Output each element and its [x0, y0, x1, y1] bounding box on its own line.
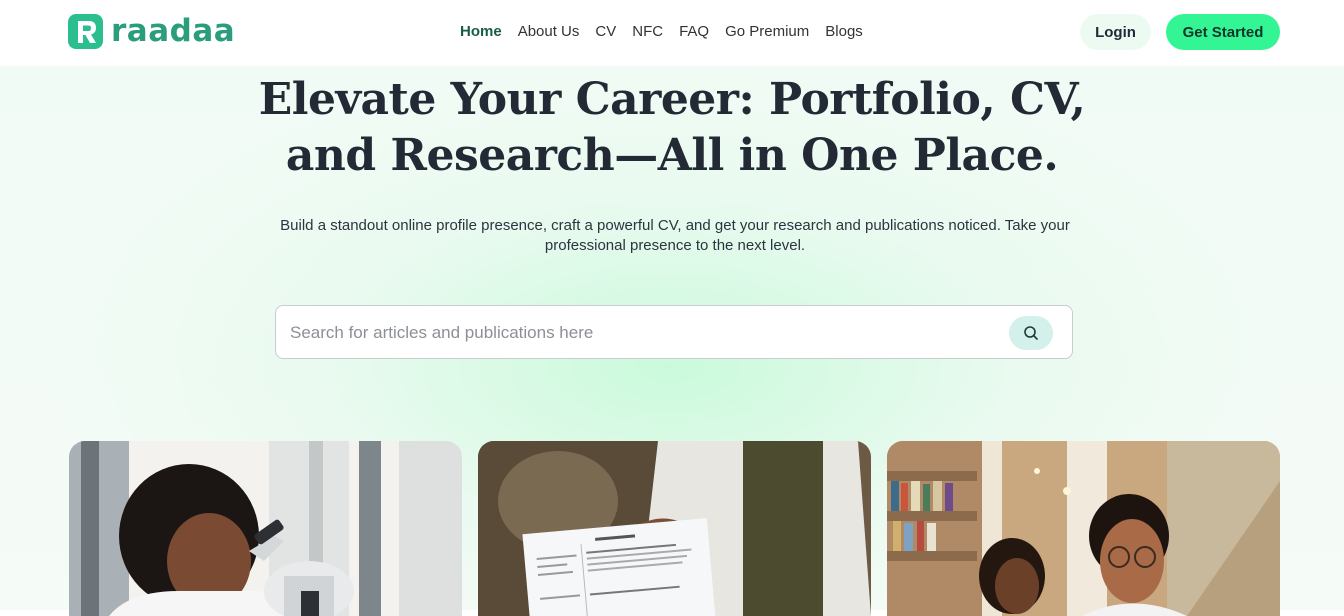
- hero-title-line-1: Elevate Your Career: Portfolio, CV,: [258, 74, 1086, 125]
- feature-card-publications[interactable]: [887, 441, 1280, 616]
- library-students-photo: [887, 441, 1280, 616]
- nav-item-nfc[interactable]: NFC: [624, 21, 671, 43]
- nav-item-go-premium[interactable]: Go Premium: [717, 21, 817, 43]
- search-button[interactable]: [1009, 316, 1053, 350]
- brand-logo[interactable]: raadaa: [68, 14, 235, 49]
- nav-item-home[interactable]: Home: [460, 21, 510, 43]
- hero-title: Elevate Your Career: Portfolio, CV, and …: [220, 72, 1124, 184]
- nav-item-blogs[interactable]: Blogs: [817, 21, 871, 43]
- get-started-button[interactable]: Get Started: [1166, 14, 1280, 50]
- hero-subtitle-line-2: professional presence to the next level.: [544, 237, 806, 254]
- hero-subtitle-line-1: Build a standout online profile presence…: [280, 217, 1070, 234]
- resume-handover-photo: [478, 441, 871, 616]
- search-bar: [275, 305, 1073, 359]
- nav-item-about-us[interactable]: About Us: [510, 21, 588, 43]
- search-input[interactable]: [288, 316, 992, 350]
- nav-item-faq[interactable]: FAQ: [671, 21, 717, 43]
- search-icon: [1024, 326, 1038, 340]
- main-nav: Home About Us CV NFC FAQ Go Premium Blog…: [460, 21, 871, 43]
- scientist-microscope-photo: [69, 441, 462, 616]
- brand-name: raadaa: [111, 13, 236, 49]
- hero-subtitle: Build a standout online profile presence…: [260, 216, 1090, 256]
- site-header: raadaa Home About Us CV NFC FAQ Go Premi…: [0, 0, 1344, 66]
- hero-title-line-2: and Research—All in One Place.: [285, 130, 1059, 181]
- feature-card-cv[interactable]: [478, 441, 871, 616]
- nav-item-cv[interactable]: CV: [587, 21, 624, 43]
- logo-mark-icon: [68, 14, 103, 49]
- feature-card-research[interactable]: [69, 441, 462, 616]
- login-button[interactable]: Login: [1080, 14, 1151, 50]
